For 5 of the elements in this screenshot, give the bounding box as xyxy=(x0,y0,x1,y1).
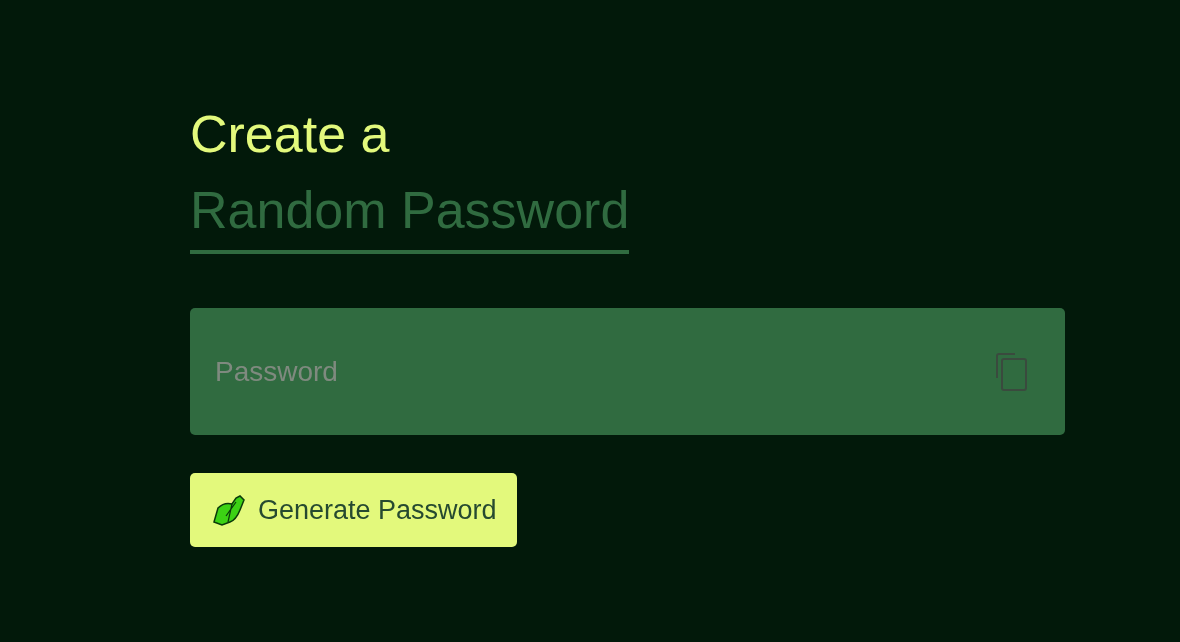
heading-highlight: Random Password xyxy=(190,180,630,254)
password-field[interactable]: Password xyxy=(190,308,1065,435)
generate-button[interactable]: Generate Password xyxy=(190,473,517,547)
heading: Create a xyxy=(190,104,390,164)
copy-icon[interactable] xyxy=(995,352,1029,392)
